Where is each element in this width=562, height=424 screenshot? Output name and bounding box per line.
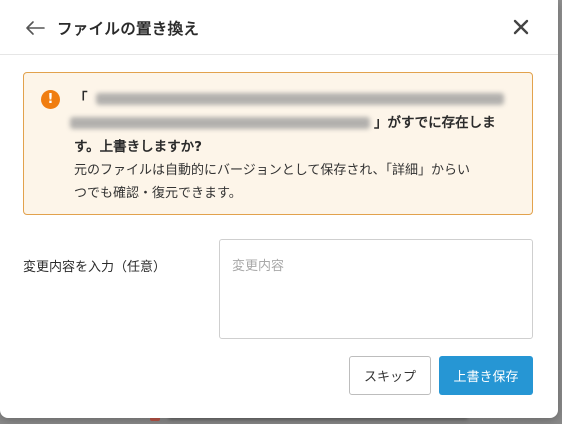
redacted-file-name-part-1 [95, 93, 504, 105]
warning-message-tail-1: 」がすでに存在しま [374, 115, 496, 131]
change-description-input[interactable] [219, 239, 533, 339]
warning-message: 「 」がすでに存在しま す。上書きしますか? [70, 87, 504, 159]
overwrite-warning-box: ! 「 」がすでに存在しま す。上書きしますか? 元のファイルは自動的にバージョ… [23, 72, 533, 215]
warning-message-tail-2: す。上書きしますか? [74, 139, 202, 155]
warning-detail: 元のファイルは自動的にバージョンとして保存され、「詳細」からい つでも確認・復元… [74, 159, 514, 205]
dialog-header: ファイルの置き換え [0, 0, 558, 55]
warning-detail-line-2: つでも確認・復元できます。 [74, 186, 242, 201]
dialog-title: ファイルの置き換え [57, 20, 200, 38]
skip-button[interactable]: スキップ [349, 356, 431, 395]
arrow-left-icon [26, 21, 45, 35]
replace-file-dialog: ファイルの置き換え ! 「 」がすでに存在しま す。上書きしますか? 元のファイ… [0, 0, 558, 418]
overwrite-save-button[interactable]: 上書き保存 [439, 356, 533, 395]
close-button[interactable] [508, 14, 534, 40]
close-icon [513, 19, 529, 35]
change-description-label: 変更内容を入力（任意） [23, 260, 167, 275]
exclamation-icon: ! [41, 90, 60, 109]
redacted-file-name-part-2 [70, 117, 370, 129]
warning-detail-line-1: 元のファイルは自動的にバージョンとして保存され、「詳細」からい [74, 163, 470, 178]
back-button[interactable] [22, 16, 48, 40]
warning-open-quote: 「 [74, 91, 88, 107]
